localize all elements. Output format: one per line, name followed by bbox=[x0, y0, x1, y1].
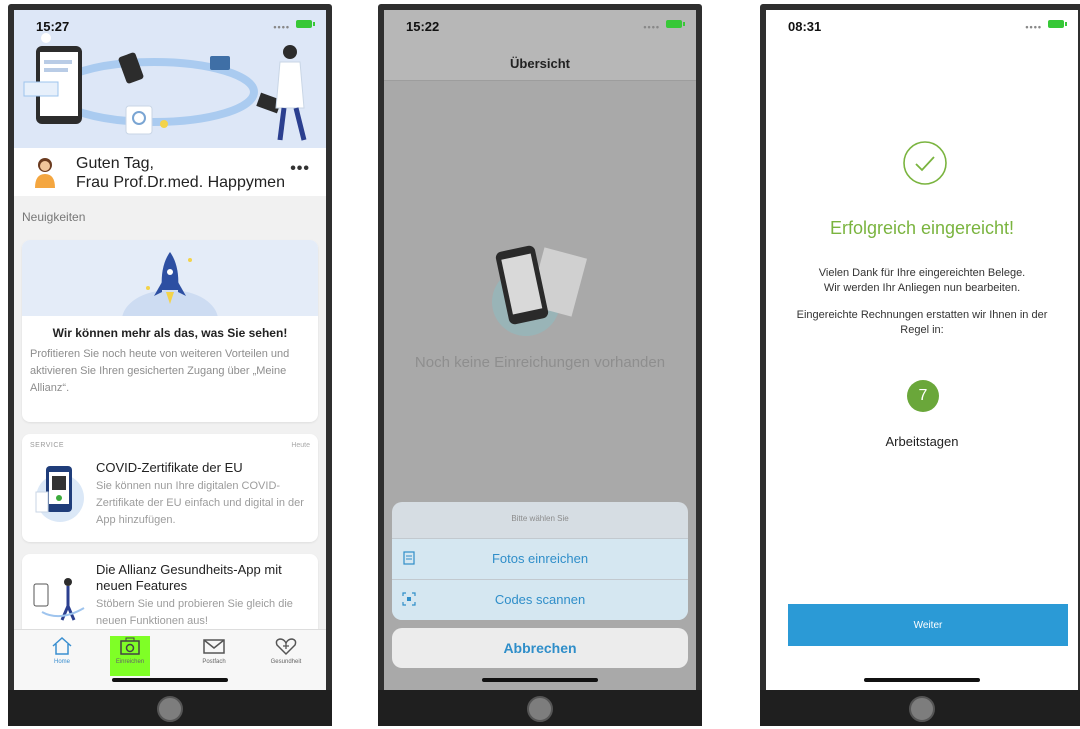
tab-einreichen[interactable]: Einreichen bbox=[110, 636, 150, 676]
success-title: Erfolgreich eingereicht! bbox=[829, 218, 1015, 238]
home-indicator bbox=[112, 678, 228, 682]
card-title: COVID-Zertifikate der EU bbox=[96, 460, 243, 475]
tab-bar: Home Einreichen Postfach Gesundheit bbox=[14, 629, 326, 690]
card-title: Wir können mehr als das, was Sie sehen! bbox=[52, 326, 288, 340]
phone-success-screen: 08:31 •••• Erfolgreich eingereicht! Viel… bbox=[760, 4, 1080, 726]
success-message-line1: Vielen Dank für Ihre eingereichten Beleg… bbox=[818, 267, 1026, 279]
card-hero bbox=[22, 240, 318, 350]
device-bezel bbox=[378, 690, 702, 726]
days-badge: 7 bbox=[907, 380, 939, 412]
device-bezel bbox=[8, 690, 332, 726]
card-title: Die Allianz Gesundheits-App mit neuen Fe… bbox=[96, 562, 282, 593]
refund-info: Eingereichte Rechnungen erstatten wir Ih… bbox=[766, 308, 1078, 338]
action-sheet: Bitte wählen Sie Fotos einreichen Codes … bbox=[392, 502, 688, 620]
phone-home-screen: 15:27 •••• Guten Tag, Frau Prof.Dr.med. … bbox=[8, 4, 332, 726]
section-label: Neuigkeiten bbox=[22, 210, 86, 224]
battery-icon bbox=[1048, 20, 1067, 28]
news-card-upgrade[interactable]: Wir können mehr als das, was Sie sehen! … bbox=[22, 240, 318, 422]
cancel-button[interactable]: Abbrechen bbox=[392, 628, 688, 668]
news-card-features[interactable]: Die Allianz Gesundheits-App mit neuen Fe… bbox=[22, 554, 318, 630]
battery-icon bbox=[666, 20, 685, 28]
hero-banner: 15:27 •••• bbox=[14, 10, 326, 148]
tab-postfach[interactable]: Postfach bbox=[194, 636, 234, 676]
home-indicator bbox=[864, 678, 980, 682]
service-tag: SERVICE bbox=[30, 442, 65, 449]
signal-icon: •••• bbox=[273, 22, 290, 32]
screen: 08:31 •••• Erfolgreich eingereicht! Viel… bbox=[766, 10, 1078, 690]
option-label: Fotos einreichen bbox=[491, 551, 589, 566]
camera-icon bbox=[120, 637, 140, 655]
checkmark-icon bbox=[903, 141, 947, 185]
house-icon bbox=[52, 636, 72, 655]
greeting-name: Frau Prof.Dr.med. Happymen bbox=[76, 174, 285, 191]
nav-bar: 15:22 •••• Übersicht bbox=[384, 10, 696, 81]
device-bezel bbox=[760, 690, 1080, 726]
page-title: Übersicht bbox=[510, 56, 570, 71]
empty-state-text: Noch keine Einreichungen vorhanden bbox=[414, 354, 666, 371]
tab-gesundheit[interactable]: Gesundheit bbox=[266, 636, 306, 676]
rocket-icon bbox=[122, 252, 218, 350]
screen: 15:22 •••• Übersicht Noch keine Einreich… bbox=[384, 10, 696, 690]
screen: 15:27 •••• Guten Tag, Frau Prof.Dr.med. … bbox=[14, 10, 326, 690]
status-bar: 15:22 •••• bbox=[384, 10, 696, 38]
phone-submission-sheet: 15:22 •••• Übersicht Noch keine Einreich… bbox=[378, 4, 702, 726]
tab-home[interactable]: Home bbox=[42, 636, 82, 676]
tab-label: Einreichen bbox=[115, 659, 145, 665]
news-feed: Neuigkeiten Wir können mehr als das, was bbox=[14, 196, 326, 630]
home-indicator bbox=[482, 678, 598, 682]
signal-icon: •••• bbox=[1025, 22, 1042, 32]
option-label: Codes scannen bbox=[494, 592, 586, 607]
success-message-line2: Wir werden Ihr Anliegen nun bearbeiten. bbox=[823, 282, 1021, 294]
status-time: 08:31 bbox=[788, 19, 822, 34]
fotos-einreichen-option[interactable]: Fotos einreichen bbox=[392, 538, 688, 579]
tab-label: Home bbox=[53, 659, 70, 665]
card-body: Sie können nun Ihre digitalen COVID-Zert… bbox=[96, 480, 304, 526]
weiter-button[interactable]: Weiter bbox=[788, 604, 1068, 646]
greeting-bar: Guten Tag, Frau Prof.Dr.med. Happymen ••… bbox=[14, 148, 326, 197]
days-label: Arbeitstagen bbox=[885, 434, 959, 449]
status-time: 15:22 bbox=[406, 19, 440, 34]
empty-state-illustration bbox=[492, 245, 588, 336]
tab-label: Postfach bbox=[202, 659, 226, 665]
status-time: 15:27 bbox=[36, 19, 70, 34]
tab-label: Gesundheit bbox=[270, 659, 302, 665]
home-button[interactable] bbox=[157, 696, 183, 722]
signal-icon: •••• bbox=[643, 22, 660, 32]
heart-icon bbox=[275, 638, 297, 656]
card-body: Profitieren Sie noch heute von weiteren … bbox=[30, 348, 290, 394]
features-illustration bbox=[33, 578, 85, 621]
avatar bbox=[35, 158, 55, 188]
home-button[interactable] bbox=[527, 696, 553, 722]
battery-icon bbox=[296, 20, 315, 28]
card-body: Stöbern Sie und probieren Sie gleich die… bbox=[96, 598, 293, 627]
card-date: Heute bbox=[291, 442, 310, 449]
status-bar: 15:27 •••• bbox=[14, 10, 326, 38]
success-message: Vielen Dank für Ihre eingereichten Beleg… bbox=[766, 266, 1078, 296]
envelope-icon bbox=[203, 639, 225, 654]
status-bar: 08:31 •••• bbox=[766, 10, 1078, 38]
news-card-covid[interactable]: SERVICE Heute COVID-Zertifikate der EU S… bbox=[22, 434, 318, 542]
covid-certificate-icon bbox=[35, 466, 84, 522]
greeting-text: Guten Tag, Frau Prof.Dr.med. Happymen bbox=[76, 154, 285, 192]
action-sheet-title: Bitte wählen Sie bbox=[511, 514, 569, 523]
refund-info-line1: Eingereichte Rechnungen erstatten wir Ih… bbox=[796, 309, 1048, 321]
more-options-icon[interactable]: ••• bbox=[290, 160, 310, 178]
greeting-line1: Guten Tag, bbox=[76, 155, 154, 172]
home-button[interactable] bbox=[909, 696, 935, 722]
codes-scannen-option[interactable]: Codes scannen bbox=[392, 579, 688, 620]
refund-info-line2: Regel in: bbox=[900, 324, 944, 336]
